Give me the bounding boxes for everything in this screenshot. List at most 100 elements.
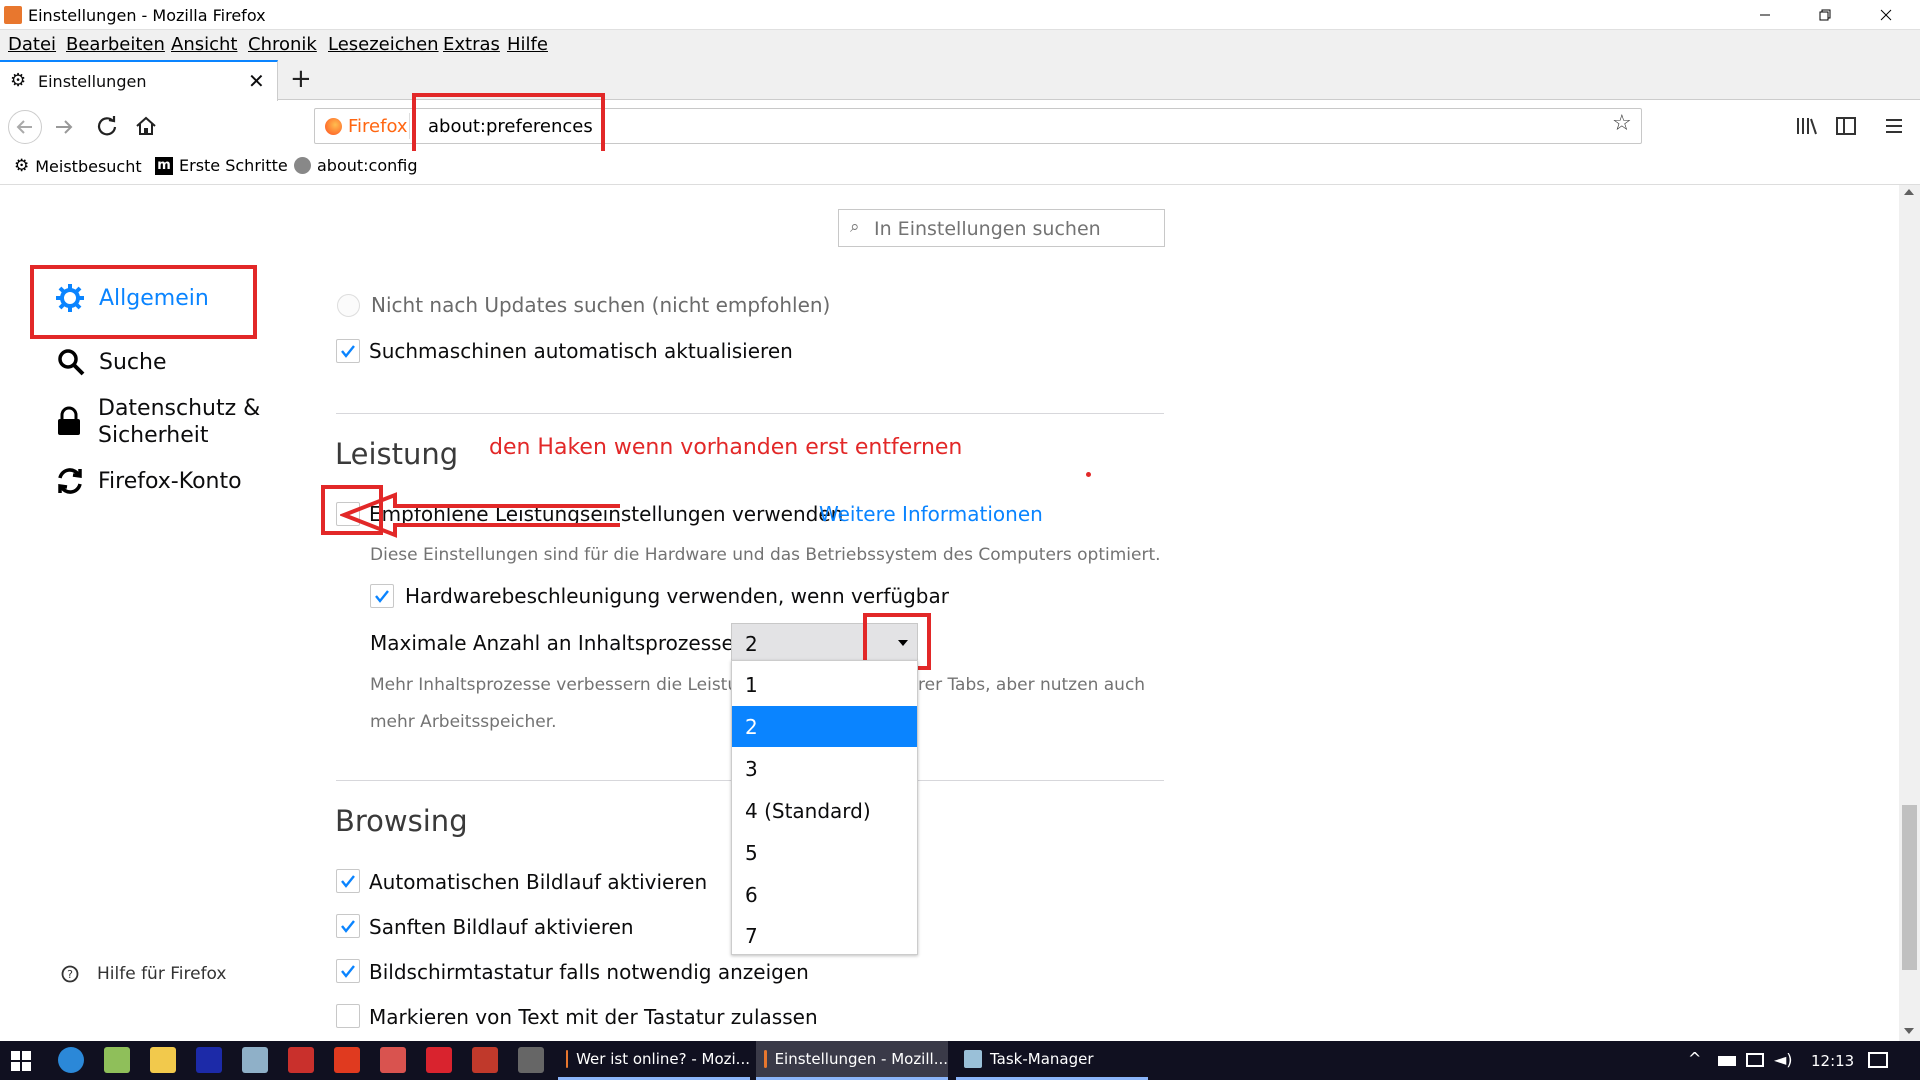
download-icon[interactable] (334, 1047, 360, 1073)
no-updates-radio[interactable] (337, 294, 360, 317)
forward-button[interactable] (54, 117, 74, 137)
task-einstellungen[interactable]: Einstellungen - Mozill... (756, 1041, 948, 1080)
more-info-link[interactable]: Weitere Informationen (819, 502, 1043, 526)
tab-einstellungen[interactable]: ⚙ Einstellungen ✕ (0, 60, 278, 101)
minimize-button[interactable] (1737, 0, 1793, 30)
firefox-icon (764, 1050, 767, 1068)
menu-lesezeichen[interactable]: Lesezeichen (328, 34, 439, 55)
dropdown-option-selected[interactable]: 2 (732, 706, 917, 747)
back-button[interactable] (8, 110, 42, 144)
bookmark-about-config[interactable]: about:config (294, 156, 418, 175)
annotation-arrow (340, 492, 620, 538)
app-icon[interactable] (518, 1047, 544, 1073)
menu-bearbeiten[interactable]: Bearbeiten (66, 34, 165, 55)
hamburger-menu-icon[interactable] (1886, 117, 1902, 135)
sidebar-item-label: Datenschutz & (98, 396, 261, 421)
identity-divider (409, 113, 410, 139)
app-d-icon[interactable] (426, 1047, 452, 1073)
menu-hilfe[interactable]: Hilfe (507, 34, 548, 55)
touch-keyboard-label: Bildschirmtastatur falls notwendig anzei… (369, 960, 809, 984)
caret-browsing-label: Markieren von Text mit der Tastatur zula… (369, 1005, 818, 1029)
volume-icon[interactable]: ◄) (1774, 1050, 1793, 1069)
checkmark-icon (375, 590, 389, 603)
search-icon: ⌕ (850, 217, 860, 237)
edge-icon[interactable] (58, 1047, 84, 1073)
hw-accel-checkbox[interactable] (370, 584, 394, 608)
close-tab-icon[interactable]: ✕ (248, 70, 265, 92)
folder-icon[interactable] (150, 1047, 176, 1073)
dropdown-option[interactable]: 7 (732, 915, 917, 956)
new-tab-button[interactable]: + (290, 64, 312, 94)
search-engines-checkbox[interactable] (336, 339, 360, 363)
settings-search-input[interactable]: ⌕ In Einstellungen suchen (838, 209, 1165, 247)
clock[interactable]: 12:13 (1811, 1052, 1854, 1070)
title-bar: Einstellungen - Mozilla Firefox (0, 0, 1920, 30)
library-icon[interactable] (1796, 116, 1818, 136)
firefox-app-icon (4, 6, 22, 24)
task-task-manager[interactable]: Task-Manager (956, 1041, 1148, 1080)
annotation-text: den Haken wenn vorhanden erst entfernen (489, 435, 963, 460)
notifications-icon[interactable] (1868, 1052, 1888, 1068)
restore-button[interactable] (1797, 0, 1853, 30)
sidebar-item-suche[interactable]: Suche (57, 348, 166, 376)
recommended-desc: Diese Einstellungen sind für die Hardwar… (370, 545, 1161, 565)
app-icon[interactable] (380, 1047, 406, 1073)
svg-text:?: ? (67, 968, 73, 981)
scroll-down-arrow[interactable] (1904, 1028, 1914, 1034)
firefox-icon (566, 1050, 569, 1068)
help-link[interactable]: ? Hilfe für Firefox (61, 964, 227, 984)
bookmark-erste-schritte[interactable]: m Erste Schritte (155, 156, 288, 175)
menu-ansicht[interactable]: Ansicht (171, 34, 237, 55)
tab-bar (0, 60, 1920, 100)
app-f-icon[interactable] (196, 1047, 222, 1073)
dropdown-option[interactable]: 1 (732, 664, 917, 705)
sidebar-toggle-icon[interactable] (1836, 116, 1856, 136)
identity-label: Firefox (348, 116, 408, 137)
menu-datei[interactable]: Datei (8, 34, 56, 55)
menu-chronik[interactable]: Chronik (248, 34, 317, 55)
menu-bar: Datei Bearbeiten Ansicht Chronik Lesezei… (0, 30, 1920, 60)
dropdown-option[interactable]: 5 (732, 832, 917, 873)
dropdown-option[interactable]: 6 (732, 874, 917, 915)
touch-keyboard-checkbox[interactable] (336, 959, 360, 983)
sidebar-item-label: Suche (99, 349, 167, 375)
home-button[interactable] (135, 115, 157, 137)
browsing-heading: Browsing (335, 804, 468, 838)
windows-start-icon[interactable] (11, 1051, 31, 1071)
scroll-thumb[interactable] (1902, 805, 1917, 970)
app-icon[interactable] (472, 1047, 498, 1073)
smooth-scroll-checkbox[interactable] (336, 914, 360, 938)
app-icon[interactable] (288, 1047, 314, 1073)
dropdown-option[interactable]: 4 (Standard) (732, 790, 917, 831)
sidebar-item-firefox-konto[interactable]: Firefox-Konto (56, 467, 242, 495)
app-icon[interactable] (242, 1047, 268, 1073)
firefox-icon (325, 118, 342, 135)
tray-chevron-up-icon[interactable]: ^ (1688, 1049, 1701, 1068)
dropdown-option[interactable]: 3 (732, 748, 917, 789)
notepad-icon[interactable] (104, 1047, 130, 1073)
task-label: Einstellungen - Mozill... (774, 1050, 948, 1068)
caret-browsing-checkbox[interactable] (336, 1004, 360, 1028)
checkmark-icon (341, 345, 355, 358)
leistung-heading: Leistung (335, 437, 459, 471)
autoscroll-checkbox[interactable] (336, 869, 360, 893)
lock-icon (58, 406, 80, 435)
task-wer-ist-online[interactable]: Wer ist online? - Mozi... (558, 1041, 750, 1080)
tab-label: Einstellungen (38, 72, 147, 91)
bookmark-label: Meistbesucht (35, 156, 142, 176)
star-bookmark-icon[interactable]: ☆ (1612, 111, 1632, 136)
close-window-button[interactable] (1858, 0, 1914, 30)
sidebar-item-label-2: Sicherheit (98, 423, 209, 448)
menu-extras[interactable]: Extras (443, 34, 500, 55)
page-scrollbar[interactable] (1899, 185, 1920, 1041)
network-icon[interactable] (1746, 1053, 1764, 1067)
battery-icon[interactable] (1718, 1056, 1736, 1066)
reload-icon (97, 116, 117, 136)
reload-button[interactable] (96, 115, 118, 137)
process-count-dropdown-list: 1 2 3 4 (Standard) 5 6 7 (731, 660, 918, 955)
sidebar-item-label: Firefox-Konto (98, 468, 242, 494)
scroll-up-arrow[interactable] (1904, 189, 1914, 195)
hw-accel-label: Hardwarebeschleunigung verwenden, wenn v… (405, 584, 949, 608)
bookmark-meistbesucht[interactable]: ⚙ Meistbesucht (14, 156, 142, 176)
checkmark-icon (341, 965, 355, 978)
